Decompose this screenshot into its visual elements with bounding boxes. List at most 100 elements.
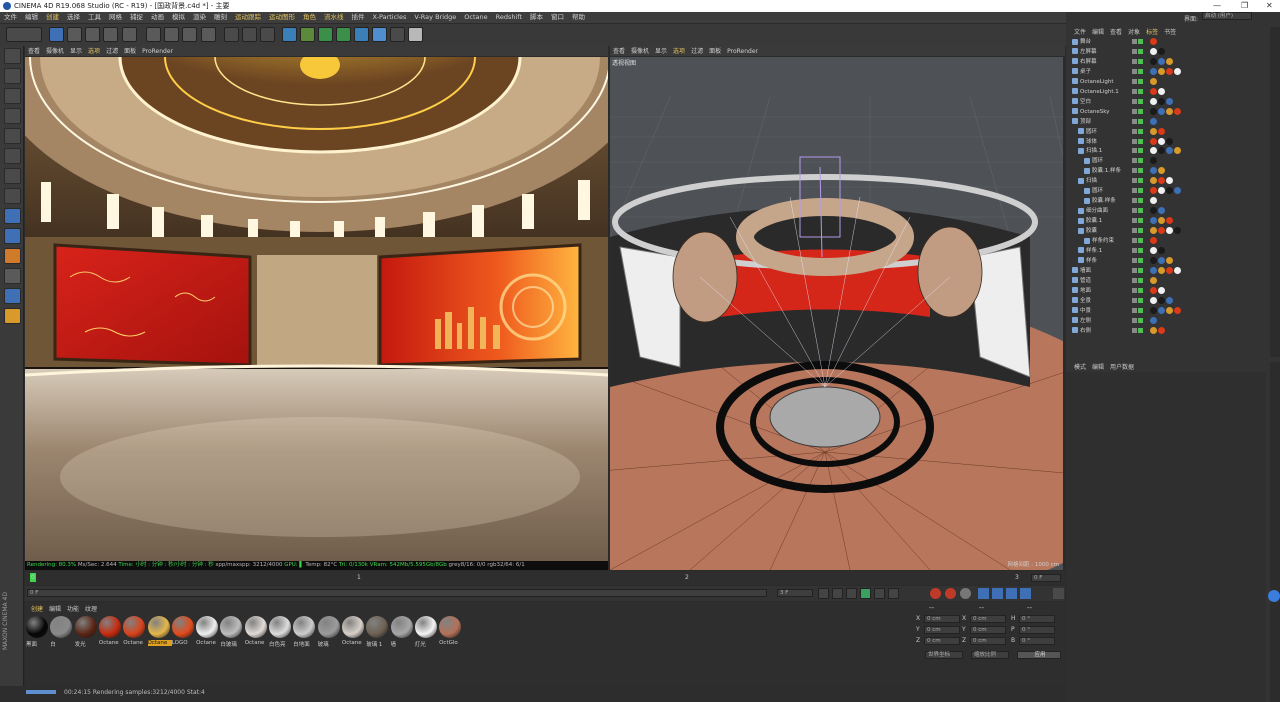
menu-item-22[interactable]: 帮助 <box>572 13 585 21</box>
visibility-checks[interactable] <box>1132 247 1143 255</box>
scale-key-toggle[interactable] <box>992 588 1003 599</box>
material-tag-icon[interactable] <box>1166 306 1173 314</box>
visibility-checks[interactable] <box>1132 177 1143 185</box>
material-swatch[interactable] <box>244 616 267 638</box>
object-menu-5[interactable]: 书签 <box>1164 29 1176 36</box>
material-tag-icon[interactable] <box>1150 207 1157 215</box>
material-label[interactable]: OctGlo <box>439 640 463 646</box>
end-frame-field[interactable]: 3 F <box>777 589 813 597</box>
menu-item-21[interactable]: 窗口 <box>551 13 564 21</box>
material-tag-icon[interactable] <box>1174 227 1181 235</box>
visibility-checks[interactable] <box>1132 78 1143 86</box>
object-row[interactable]: 桌子 <box>1072 67 1157 77</box>
object-row[interactable]: OctaneSky <box>1072 107 1157 117</box>
render-view-button[interactable] <box>224 27 239 42</box>
visibility-checks[interactable] <box>1132 267 1143 275</box>
material-tag-icon[interactable] <box>1150 38 1157 45</box>
object-row[interactable]: 胶囊.1.样条 <box>1072 166 1157 176</box>
viewport_left-menu-6[interactable]: ProRender <box>142 48 173 55</box>
visibility-checks[interactable] <box>1132 138 1143 146</box>
material-swatch[interactable] <box>74 616 97 638</box>
move-tool-button[interactable] <box>67 27 82 42</box>
material-tag-icon[interactable] <box>1150 167 1157 175</box>
material-tag-icon[interactable] <box>1158 306 1165 314</box>
material-tag-icon[interactable] <box>1150 177 1157 185</box>
visibility-checks[interactable] <box>1132 297 1143 305</box>
material-tag-icon[interactable] <box>1158 57 1165 65</box>
object-tags[interactable] <box>1150 237 1158 246</box>
rotation-key-toggle[interactable] <box>1006 588 1017 599</box>
material-label[interactable]: 玻璃 1 <box>366 640 390 648</box>
material-tag-icon[interactable] <box>1166 296 1173 304</box>
material-tag-icon[interactable] <box>1158 47 1165 55</box>
play-button[interactable] <box>860 588 871 599</box>
material-tag-icon[interactable] <box>1150 296 1157 304</box>
rotate-tool-button[interactable] <box>103 27 118 42</box>
material-label[interactable]: 墙 <box>391 640 415 648</box>
material-label[interactable]: 白玻璃 <box>220 640 244 648</box>
material-tag-icon[interactable] <box>1158 127 1165 135</box>
material-swatch[interactable] <box>123 616 146 638</box>
material-tag-icon[interactable] <box>1150 107 1157 115</box>
object-tags[interactable] <box>1150 117 1158 127</box>
object-row[interactable]: 圆环 <box>1072 186 1157 196</box>
material-tag-icon[interactable] <box>1166 256 1173 264</box>
material-menu-2[interactable]: 功能 <box>67 606 79 613</box>
material-menu-1[interactable]: 编辑 <box>49 606 61 613</box>
material-tag-icon[interactable] <box>1150 276 1157 284</box>
material-tag-icon[interactable] <box>1166 67 1173 75</box>
material-swatch[interactable] <box>293 616 316 638</box>
coordinate-mode-dropdown[interactable]: 世界坐标 <box>925 651 963 659</box>
material-tag-icon[interactable] <box>1150 306 1157 314</box>
go-to-start-button[interactable] <box>818 588 829 599</box>
object-row[interactable]: 圆环 <box>1072 127 1157 137</box>
material-tag-icon[interactable] <box>1150 187 1157 195</box>
object-row[interactable]: OctaneLight.1 <box>1072 87 1157 97</box>
menu-item-14[interactable]: 流水线 <box>324 13 344 21</box>
object-row[interactable]: 扫描 <box>1072 176 1157 186</box>
visibility-checks[interactable] <box>1132 38 1143 46</box>
object-mode-icon[interactable] <box>4 48 21 64</box>
next-frame-button[interactable] <box>874 588 885 599</box>
previous-frame-button[interactable] <box>846 588 857 599</box>
material-label[interactable]: Octane <box>245 640 269 646</box>
object-row[interactable]: 胶囊.样条 <box>1072 196 1157 206</box>
viewport_right-menu-3[interactable]: 选项 <box>673 48 685 55</box>
material-tag-icon[interactable] <box>1166 57 1173 65</box>
viewport_right-menu-5[interactable]: 面板 <box>709 48 721 55</box>
object-row[interactable]: 扫描.1 <box>1072 146 1157 156</box>
object-row[interactable]: 样条 <box>1072 256 1157 266</box>
material-tag-icon[interactable] <box>1150 77 1157 85</box>
material-tag-icon[interactable] <box>1174 107 1181 115</box>
visibility-checks[interactable] <box>1132 287 1143 295</box>
viewport_left-menu-2[interactable]: 显示 <box>70 48 82 55</box>
visibility-checks[interactable] <box>1132 58 1143 66</box>
size-field[interactable]: 0 cm <box>970 626 1006 634</box>
material-tag-icon[interactable] <box>1150 147 1157 155</box>
menu-item-10[interactable]: 雕刻 <box>214 13 227 21</box>
material-label[interactable]: Octane <box>342 640 366 646</box>
object-row[interactable]: 顶部 <box>1072 117 1157 127</box>
object-row[interactable]: 空白 <box>1072 97 1157 107</box>
material-tag-icon[interactable] <box>1150 97 1157 105</box>
visibility-checks[interactable] <box>1132 207 1143 215</box>
object-row[interactable]: 管道 <box>1072 276 1157 286</box>
apply-button[interactable]: 应用 <box>1017 651 1061 659</box>
menu-item-6[interactable]: 捕捉 <box>130 13 143 21</box>
object-row[interactable]: 胶囊 <box>1072 226 1157 236</box>
x-axis-button[interactable] <box>146 27 161 42</box>
object-tags[interactable] <box>1150 87 1166 97</box>
material-tag-icon[interactable] <box>1150 57 1157 65</box>
snap-icon[interactable] <box>4 208 21 224</box>
material-tag-icon[interactable] <box>1158 97 1165 105</box>
visibility-checks[interactable] <box>1132 257 1143 265</box>
axis-icon[interactable] <box>4 168 21 184</box>
workplane-lock-icon[interactable] <box>4 228 21 244</box>
select-tool-button[interactable] <box>49 27 64 42</box>
render-settings-button[interactable] <box>260 27 275 42</box>
object-tags[interactable] <box>1150 286 1166 296</box>
size-field[interactable]: 0 cm <box>970 637 1006 645</box>
material-swatch[interactable] <box>414 616 437 638</box>
menu-item-4[interactable]: 工具 <box>88 13 101 21</box>
object-tags[interactable] <box>1150 187 1182 196</box>
